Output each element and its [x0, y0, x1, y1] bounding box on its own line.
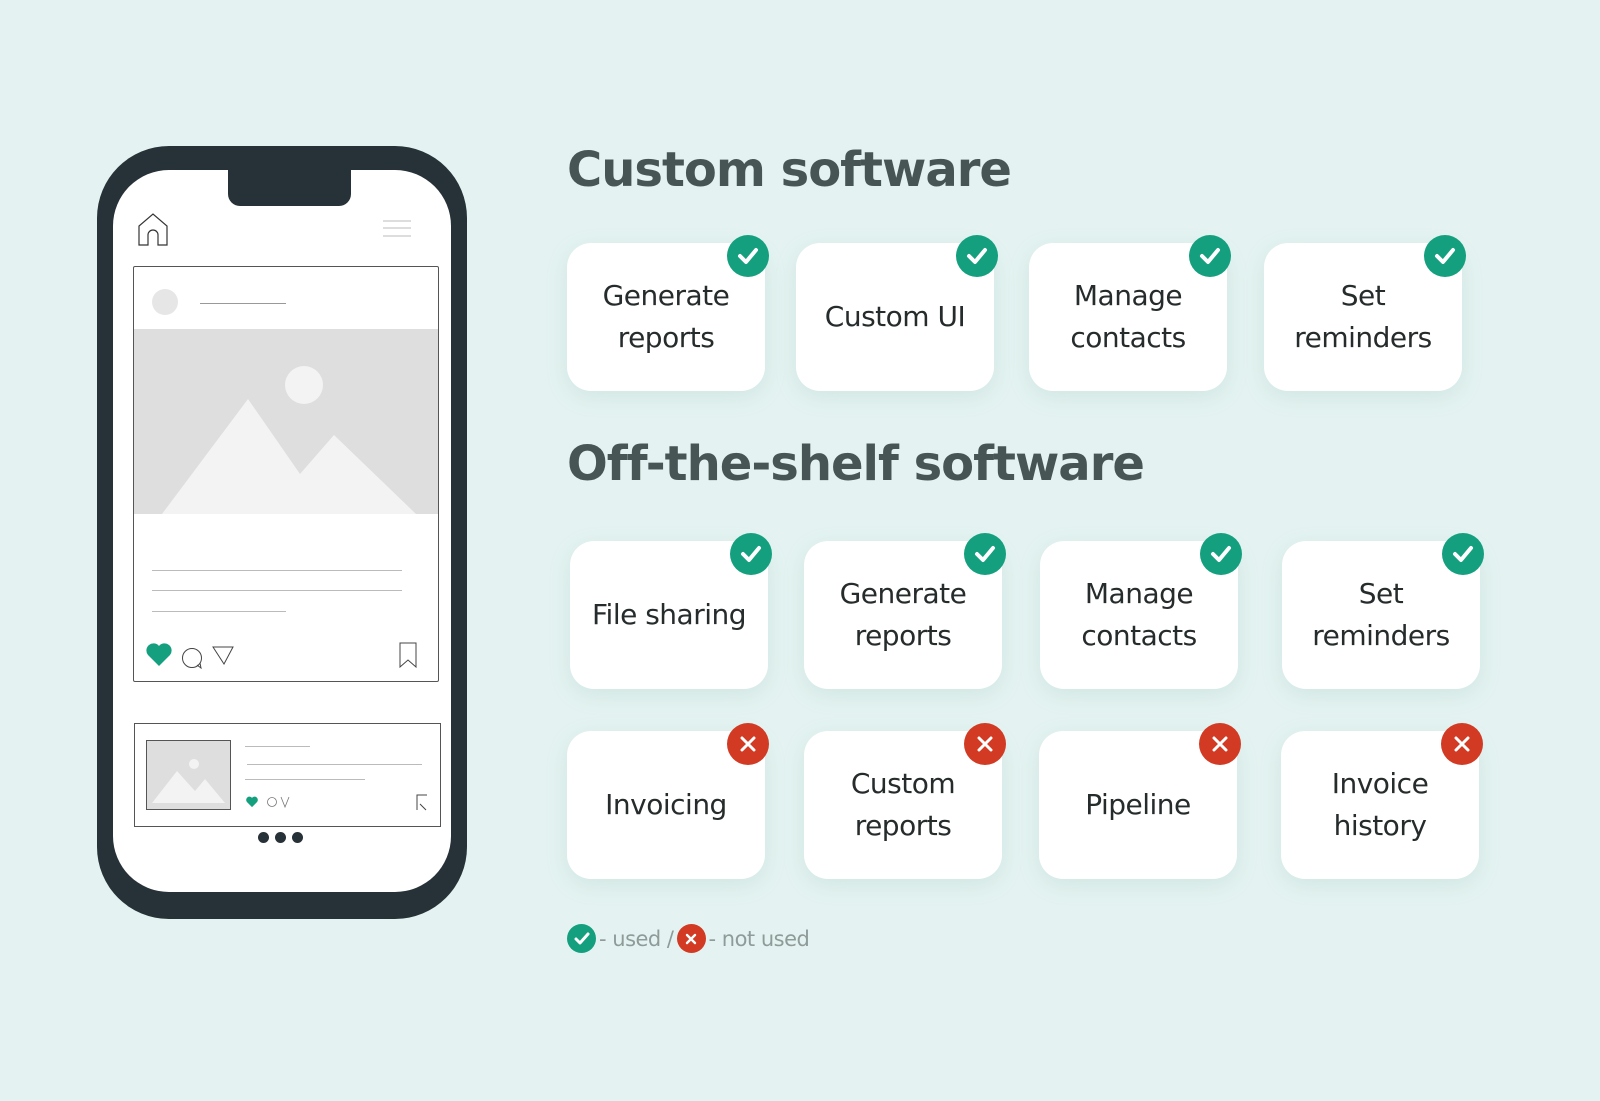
feed-post-card-compact: [134, 723, 441, 827]
pager-dots[interactable]: [258, 832, 303, 843]
feature-label: Manage contacts: [1081, 577, 1197, 652]
comment-icon[interactable]: [181, 647, 205, 669]
check-icon: [964, 533, 1006, 575]
section-title-off-the-shelf: Off-the-shelf software: [567, 436, 1145, 492]
feed-post-card: [133, 266, 439, 682]
bookmark-icon[interactable]: [398, 642, 418, 668]
bookmark-icon[interactable]: [416, 794, 428, 811]
check-icon: [1200, 533, 1242, 575]
cross-icon: [1199, 723, 1241, 765]
text-line: [247, 764, 422, 765]
heart-icon[interactable]: [146, 643, 172, 667]
post-image-placeholder: [134, 329, 438, 514]
feature-card: Manage contacts: [1040, 533, 1242, 689]
feature-card: Generate reports: [804, 533, 1006, 689]
feature-card: Generate reports: [567, 235, 769, 391]
feature-label: Pipeline: [1085, 788, 1191, 821]
feature-card: Set reminders: [1282, 533, 1484, 689]
section-title-custom: Custom software: [567, 142, 1012, 198]
feature-label: Manage contacts: [1070, 279, 1186, 354]
cross-icon: [676, 924, 706, 953]
feature-label: Custom UI: [824, 300, 966, 333]
feature-label: File sharing: [591, 598, 747, 631]
home-icon: [138, 213, 168, 246]
phone-screen: [113, 170, 451, 892]
check-icon: [1189, 235, 1231, 277]
feature-card: Custom reports: [804, 723, 1006, 879]
feature-card: Invoicing: [567, 723, 769, 879]
check-icon: [1442, 533, 1484, 575]
legend: - used / - not used: [567, 924, 810, 953]
cross-icon: [1441, 723, 1483, 765]
text-line: [152, 611, 286, 612]
feature-label: Invoice history: [1331, 767, 1429, 842]
feature-card: Custom UI: [796, 235, 998, 391]
phone-notch: [228, 170, 351, 206]
check-icon: [956, 235, 998, 277]
cross-icon: [727, 723, 769, 765]
feature-card: Invoice history: [1281, 723, 1483, 879]
feature-label: Generate reports: [602, 279, 730, 354]
text-line: [245, 746, 310, 747]
heart-icon[interactable]: [246, 796, 258, 808]
pager-dot[interactable]: [292, 832, 303, 843]
send-icon[interactable]: [212, 646, 234, 666]
feature-label: Invoicing: [605, 788, 727, 821]
pager-dot[interactable]: [258, 832, 269, 843]
text-line: [152, 590, 402, 591]
feature-card: File sharing: [570, 533, 772, 689]
feature-label: Set reminders: [1294, 279, 1432, 354]
thumbnail-image-placeholder: [146, 740, 231, 810]
feature-label: Set reminders: [1312, 577, 1450, 652]
pager-dot[interactable]: [275, 832, 286, 843]
post-avatar: [152, 289, 178, 315]
feature-label: Generate reports: [839, 577, 967, 652]
check-icon: [727, 235, 769, 277]
text-line: [245, 779, 365, 780]
legend-not-used-label: - not used: [708, 926, 810, 951]
check-icon: [1424, 235, 1466, 277]
check-icon: [567, 924, 596, 953]
feature-card: Pipeline: [1039, 723, 1241, 879]
check-icon: [730, 533, 772, 575]
legend-used-label: - used /: [599, 926, 674, 951]
hamburger-menu-icon: [383, 220, 411, 237]
text-line: [152, 570, 402, 571]
feature-card: Manage contacts: [1029, 235, 1231, 391]
post-author-placeholder: [200, 303, 286, 304]
cross-icon: [964, 723, 1006, 765]
feature-label: Custom reports: [850, 767, 956, 842]
comment-send-icons[interactable]: [267, 796, 291, 808]
phone-mockup: [97, 146, 467, 919]
feature-card: Set reminders: [1264, 235, 1466, 391]
post-actions: [144, 641, 428, 671]
